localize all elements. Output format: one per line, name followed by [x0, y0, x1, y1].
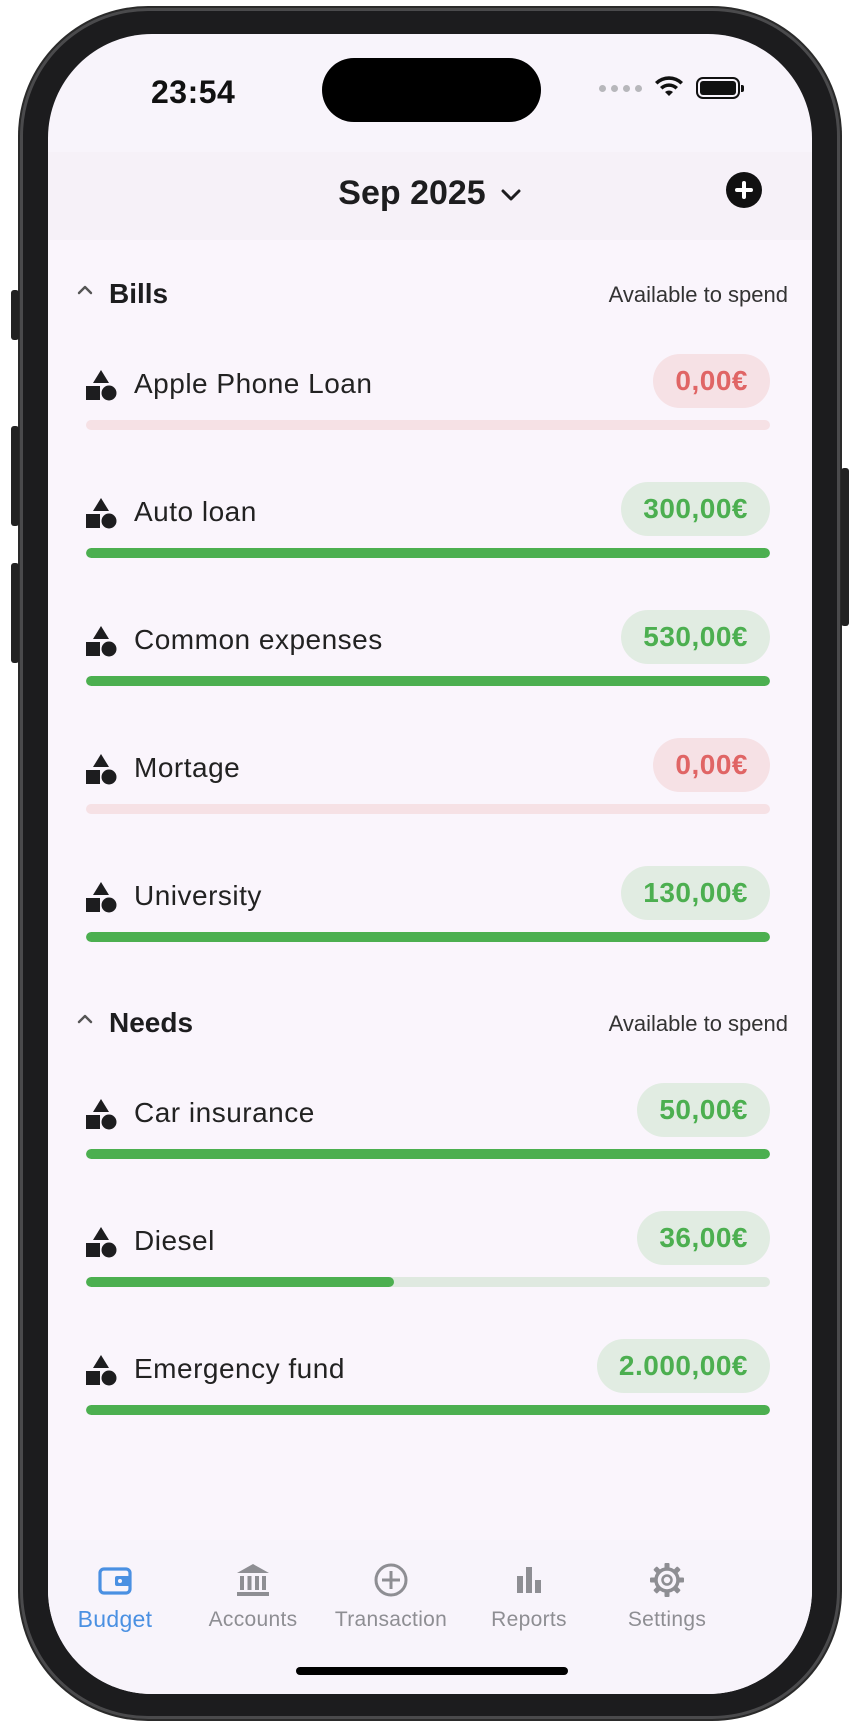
- budget-row[interactable]: Diesel 36,00€: [48, 1211, 812, 1311]
- volume-down-button: [11, 563, 19, 663]
- month-selector[interactable]: Sep 2025: [48, 174, 812, 213]
- progress-bar: [86, 932, 770, 942]
- status-icons: [599, 76, 744, 100]
- available-amount-badge: 36,00€: [637, 1211, 770, 1265]
- tab-reports[interactable]: Reports: [454, 1540, 604, 1632]
- available-amount-badge: 530,00€: [621, 610, 770, 664]
- tab-transaction[interactable]: Transaction: [316, 1540, 466, 1632]
- category-shapes-icon: [86, 370, 117, 401]
- category-shapes-icon: [86, 882, 117, 913]
- wallet-icon: [98, 1567, 132, 1595]
- budget-row[interactable]: Apple Phone Loan 0,00€: [48, 354, 812, 454]
- category-name: Emergency fund: [134, 1353, 345, 1384]
- month-label: Sep 2025: [338, 174, 486, 212]
- section-right-label: Available to spend: [608, 1011, 788, 1036]
- category-shapes-icon: [86, 626, 117, 657]
- category-name: University: [134, 880, 262, 911]
- progress-fill: [86, 548, 770, 558]
- category-name: Apple Phone Loan: [134, 368, 373, 399]
- section-header-bills[interactable]: Bills Available to spend: [48, 270, 812, 320]
- budget-row[interactable]: Car insurance 50,00€: [48, 1083, 812, 1183]
- category-name: Auto loan: [134, 496, 257, 527]
- progress-bar: [86, 420, 770, 430]
- tab-label: Accounts: [208, 1608, 298, 1631]
- tab-budget[interactable]: Budget: [48, 1540, 190, 1633]
- wifi-icon: [655, 76, 683, 96]
- budget-row[interactable]: University 130,00€: [48, 866, 812, 966]
- available-amount-badge: 130,00€: [621, 866, 770, 920]
- category-name: Diesel: [134, 1225, 215, 1256]
- bank-icon: [237, 1564, 269, 1596]
- progress-fill: [86, 1277, 394, 1287]
- category-name: Common expenses: [134, 624, 383, 655]
- category-name: Mortage: [134, 752, 241, 783]
- category-shapes-icon: [86, 1227, 117, 1258]
- budget-row[interactable]: Mortage 0,00€: [48, 738, 812, 838]
- available-amount-badge: 50,00€: [637, 1083, 770, 1137]
- available-amount-badge: 0,00€: [653, 738, 770, 792]
- chevron-up-icon: [77, 285, 93, 295]
- app-header: Sep 2025: [48, 152, 812, 240]
- category-shapes-icon: [86, 498, 117, 529]
- section-title: Bills: [109, 278, 169, 309]
- chevron-down-icon: [501, 189, 521, 201]
- tab-label: Transaction: [334, 1608, 448, 1631]
- progress-fill: [86, 1405, 770, 1415]
- budget-row[interactable]: Emergency fund 2.000,00€: [48, 1339, 812, 1439]
- budget-row[interactable]: Auto loan 300,00€: [48, 482, 812, 582]
- chevron-up-icon: [77, 1014, 93, 1024]
- progress-bar: [86, 1405, 770, 1415]
- category-shapes-icon: [86, 1099, 117, 1130]
- progress-bar: [86, 1149, 770, 1159]
- progress-bar: [86, 548, 770, 558]
- tab-settings[interactable]: Settings: [592, 1540, 742, 1632]
- category-shapes-icon: [86, 754, 117, 785]
- add-button[interactable]: [726, 172, 762, 208]
- budget-row[interactable]: Common expenses 530,00€: [48, 610, 812, 710]
- section-right-label: Available to spend: [608, 282, 788, 307]
- progress-bar: [86, 1277, 770, 1287]
- available-amount-badge: 2.000,00€: [596, 1339, 770, 1393]
- action-button: [11, 290, 19, 340]
- progress-bar: [86, 804, 770, 814]
- dynamic-island: [322, 58, 541, 122]
- category-shapes-icon: [86, 1355, 117, 1386]
- progress-fill: [86, 932, 770, 942]
- section-header-needs[interactable]: Needs Available to spend: [48, 999, 812, 1049]
- tab-label: Budget: [77, 1606, 153, 1632]
- bar-chart-icon: [517, 1567, 541, 1593]
- home-indicator: [296, 1667, 568, 1675]
- gear-icon: [650, 1563, 684, 1597]
- tab-label: Reports: [491, 1608, 567, 1631]
- status-time: 23:54: [151, 74, 236, 110]
- available-amount-badge: 0,00€: [653, 354, 770, 408]
- budget-list[interactable]: Bills Available to spend Apple Phone Loa…: [48, 240, 812, 1540]
- battery-icon: [696, 77, 744, 99]
- progress-fill: [86, 676, 770, 686]
- category-name: Car insurance: [134, 1097, 315, 1128]
- progress-fill: [86, 1149, 770, 1159]
- signal-icon: [599, 84, 642, 92]
- add-circle-icon: [374, 1563, 408, 1597]
- progress-bar: [86, 676, 770, 686]
- volume-up-button: [11, 426, 19, 526]
- tab-accounts[interactable]: Accounts: [178, 1540, 328, 1632]
- tab-label: Settings: [627, 1608, 707, 1631]
- screen: 23:54 Sep 2025 Bills Available to spend …: [48, 34, 812, 1694]
- power-button: [841, 468, 849, 626]
- available-amount-badge: 300,00€: [621, 482, 770, 536]
- section-title: Needs: [109, 1007, 194, 1038]
